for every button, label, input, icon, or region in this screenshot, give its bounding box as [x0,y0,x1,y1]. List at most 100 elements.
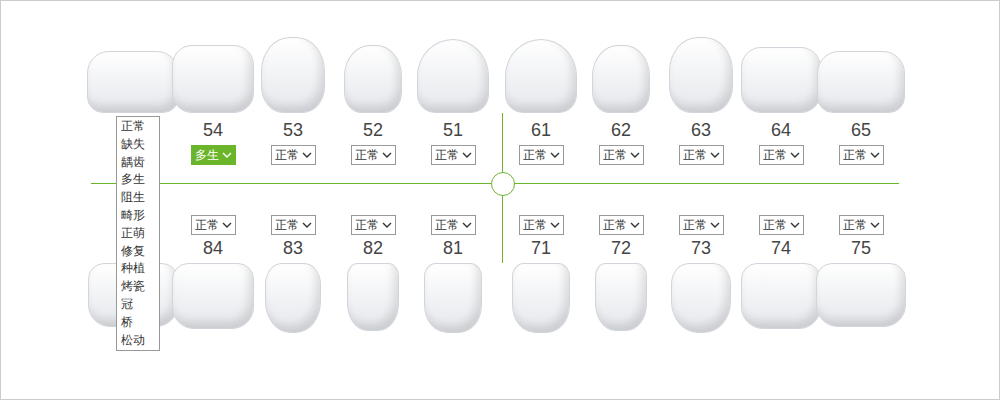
tooth-number: 51 [443,119,463,141]
tooth-number: 82 [363,237,383,259]
tooth-column: 正常75 [821,215,901,331]
chevron-down-icon [710,152,720,159]
menu-option[interactable]: 龋齿 [117,154,159,172]
status-label: 正常 [843,149,867,161]
status-select[interactable]: 正常 [679,145,724,165]
menu-option[interactable]: 畸形 [117,207,159,225]
status-label: 正常 [355,149,379,161]
menu-option[interactable]: 烤瓷 [117,278,159,296]
chevron-down-icon [550,152,560,159]
tooth-icon[interactable] [424,263,482,333]
status-select[interactable]: 多生 [191,145,236,165]
tooth-icon[interactable] [817,51,905,113]
status-select[interactable]: 正常 [271,145,316,165]
tooth-number: 54 [203,119,223,141]
chevron-down-icon [382,222,392,229]
chevron-down-icon [870,152,880,159]
tooth-column: 62 正常 [581,33,661,165]
menu-option[interactable]: 缺失 [117,136,159,154]
tooth-icon[interactable] [87,51,179,113]
tooth-icon[interactable] [741,263,821,329]
tooth-slot [253,33,333,113]
tooth-number: 72 [611,237,631,259]
status-select[interactable]: 正常 [351,145,396,165]
center-circle [491,172,515,196]
menu-option[interactable]: 正萌 [117,225,159,243]
menu-option[interactable]: 修复 [117,243,159,261]
status-dropdown-menu[interactable]: 正常缺失龋齿多生阻生畸形正萌修复种植烤瓷冠桥松动 [116,116,160,351]
tooth-column: 63 正常 [661,33,741,165]
tooth-icon[interactable] [172,45,254,113]
tooth-icon[interactable] [172,263,254,329]
chevron-down-icon [710,222,720,229]
status-label: 正常 [683,149,707,161]
tooth-number: 63 [691,119,711,141]
status-select[interactable]: 正常 [759,215,804,235]
tooth-column: 64 正常 [741,33,821,165]
tooth-column: 正常73 [661,215,741,331]
tooth-slot [253,259,333,331]
menu-option[interactable]: 多生 [117,171,159,189]
status-select[interactable]: 正常 [599,145,644,165]
tooth-column: 53正常 [253,33,333,165]
status-label: 正常 [683,219,707,231]
tooth-slot [661,259,741,331]
tooth-slot [173,259,253,331]
tooth-icon[interactable] [265,263,321,333]
tooth-slot [741,33,821,113]
status-select[interactable]: 正常 [839,215,884,235]
tooth-column: 正常82 [333,215,413,331]
tooth-icon[interactable] [816,263,906,327]
tooth-icon[interactable] [512,263,570,333]
status-select[interactable]: 正常 [839,145,884,165]
status-select[interactable]: 正常 [271,215,316,235]
tooth-icon[interactable] [417,39,489,113]
tooth-icon[interactable] [344,45,402,113]
status-label: 正常 [195,219,219,231]
tooth-slot [413,33,493,113]
chevron-down-icon [630,222,640,229]
tooth-slot [413,259,493,331]
status-label: 正常 [763,149,787,161]
menu-option[interactable]: 阻生 [117,189,159,207]
tooth-number: 62 [611,119,631,141]
tooth-slot [661,33,741,113]
status-select[interactable]: 正常 [431,215,476,235]
status-select[interactable]: 正常 [519,145,564,165]
chevron-down-icon [222,222,232,229]
tooth-number: 61 [531,119,551,141]
status-select[interactable]: 正常 [679,215,724,235]
chevron-down-icon [462,222,472,229]
status-select[interactable]: 正常 [191,215,236,235]
status-select[interactable]: 正常 [599,215,644,235]
menu-option[interactable]: 松动 [117,332,159,350]
chevron-down-icon [462,152,472,159]
tooth-icon[interactable] [592,45,650,113]
tooth-slot [501,33,581,113]
status-select[interactable]: 正常 [519,215,564,235]
tooth-icon[interactable] [669,37,733,113]
tooth-icon[interactable] [671,263,731,333]
tooth-icon[interactable] [505,39,577,113]
status-label: 正常 [763,219,787,231]
tooth-column: 52 正常 [333,33,413,165]
tooth-icon[interactable] [741,47,821,113]
tooth-number: 52 [363,119,383,141]
status-label: 正常 [843,219,867,231]
status-select[interactable]: 正常 [431,145,476,165]
tooth-column: 正常83 [253,215,333,331]
status-select[interactable]: 正常 [351,215,396,235]
tooth-icon[interactable] [347,263,399,331]
tooth-slot [741,259,821,331]
menu-option[interactable]: 桥 [117,314,159,332]
menu-option[interactable]: 正常 [117,118,159,136]
status-select[interactable]: 正常 [759,145,804,165]
menu-option[interactable]: 种植 [117,260,159,278]
tooth-icon[interactable] [595,263,647,331]
tooth-number: 64 [771,119,791,141]
tooth-slot [333,33,413,113]
status-label: 正常 [603,149,627,161]
tooth-icon[interactable] [261,37,325,113]
chevron-down-icon [790,222,800,229]
menu-option[interactable]: 冠 [117,296,159,314]
